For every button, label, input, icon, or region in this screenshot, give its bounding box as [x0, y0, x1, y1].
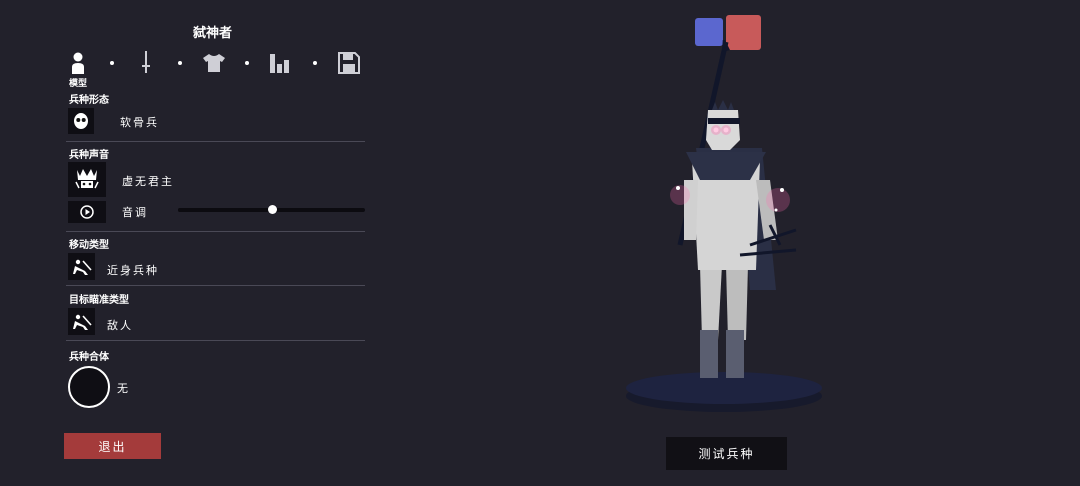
- movement-type-label: 移动类型: [69, 240, 109, 251]
- unit-merge-label: 兵种合体: [69, 352, 109, 363]
- targeting-type-value: 敌人: [107, 319, 133, 332]
- unit-form-label: 兵种形态: [69, 95, 109, 106]
- pitch-slider-handle[interactable]: [267, 205, 277, 214]
- shirt-icon: [202, 54, 225, 72]
- section-divider: [66, 285, 365, 286]
- save-icon: [338, 52, 360, 74]
- targeting-type-icon-button[interactable]: [68, 308, 95, 335]
- section-divider: [66, 231, 365, 232]
- test-unit-button[interactable]: 测试兵种: [666, 437, 787, 470]
- section-divider: [66, 340, 365, 341]
- pitch-slider[interactable]: [178, 205, 365, 214]
- enemy-target-icon: [72, 314, 92, 330]
- tab-separator-dot: [177, 61, 182, 65]
- pitch-label: 音调: [122, 206, 148, 219]
- unit-voice-icon-button[interactable]: [68, 162, 106, 197]
- voice-play-button[interactable]: [68, 201, 106, 223]
- unit-merge-slot[interactable]: [68, 366, 110, 408]
- pitch-slider-fill: [178, 208, 272, 212]
- unit-merge-value: 无: [117, 382, 128, 395]
- editor-tab-bar: [66, 50, 361, 76]
- tab-weapons[interactable]: [134, 51, 158, 75]
- unit-form-icon-button[interactable]: [68, 108, 94, 134]
- unit-3d-preview[interactable]: [600, 40, 860, 420]
- skull-mask-icon: [74, 113, 88, 129]
- movement-type-icon-button[interactable]: [68, 253, 95, 280]
- model-icon: [72, 52, 84, 74]
- unit-name-title: 弑神者: [192, 26, 232, 41]
- tab-model[interactable]: [66, 51, 90, 75]
- tab-separator-dot: [245, 61, 250, 65]
- tab-stats[interactable]: [269, 51, 293, 75]
- tab-save[interactable]: [337, 51, 361, 75]
- crown-face-icon: [75, 168, 99, 188]
- exit-button[interactable]: 退出: [64, 433, 161, 459]
- sword-icon: [141, 51, 150, 73]
- melee-unit-icon: [72, 259, 92, 275]
- unit-form-value: 软骨兵: [120, 116, 159, 129]
- unit-voice-value: 虚无君主: [122, 175, 174, 188]
- movement-type-value: 近身兵种: [107, 264, 159, 277]
- targeting-type-label: 目标瞄准类型: [69, 295, 129, 306]
- stats-icon: [270, 54, 290, 73]
- tab-separator-dot: [109, 61, 114, 65]
- play-icon: [80, 205, 94, 219]
- tab-separator-dot: [313, 61, 318, 65]
- tab-clothing[interactable]: [202, 51, 226, 75]
- section-divider: [66, 141, 365, 142]
- unit-voice-label: 兵种声音: [69, 150, 109, 161]
- active-tab-label: 模型: [69, 79, 88, 89]
